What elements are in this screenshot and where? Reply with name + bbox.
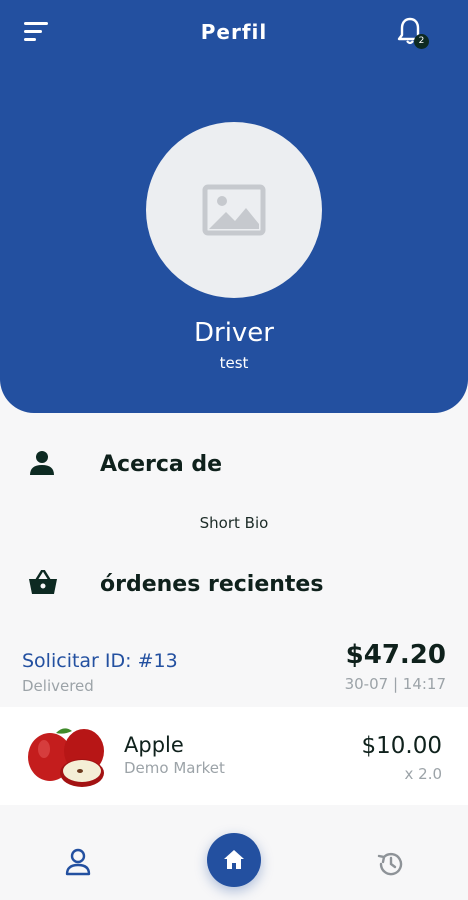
apple-image: [28, 728, 104, 787]
about-title: Acerca de: [100, 452, 223, 477]
order-id[interactable]: Solicitar ID: #13: [22, 650, 178, 672]
profile-name: Driver: [193, 318, 274, 348]
avatar[interactable]: [146, 122, 322, 298]
product-name: Apple: [124, 733, 184, 757]
product-price: $10.00: [361, 733, 442, 759]
image-placeholder-icon: [202, 184, 266, 236]
profile-subtitle: test: [219, 354, 249, 372]
order-date: 30-07 | 14:17: [344, 675, 446, 693]
product-quantity: x 2.0: [404, 765, 443, 783]
order-total: $47.20: [345, 640, 446, 670]
bio-text: Short Bio: [199, 514, 269, 532]
home-button[interactable]: [207, 833, 261, 887]
profile-icon[interactable]: [64, 848, 92, 876]
bottom-navigation: [0, 812, 468, 900]
order-status: Delivered: [22, 677, 94, 695]
person-icon: [30, 451, 54, 475]
home-icon: [224, 850, 244, 869]
notification-count-badge: 2: [414, 34, 429, 49]
order-item-card[interactable]: Apple Demo Market $10.00 x 2.0: [0, 707, 468, 805]
product-market: Demo Market: [124, 759, 225, 777]
history-icon[interactable]: [376, 850, 404, 878]
notifications-button[interactable]: 2: [396, 16, 430, 52]
profile-header: Perfil 2 Driver test: [0, 0, 468, 413]
recent-orders-title: órdenes recientes: [100, 572, 324, 597]
basket-icon: [29, 570, 57, 594]
